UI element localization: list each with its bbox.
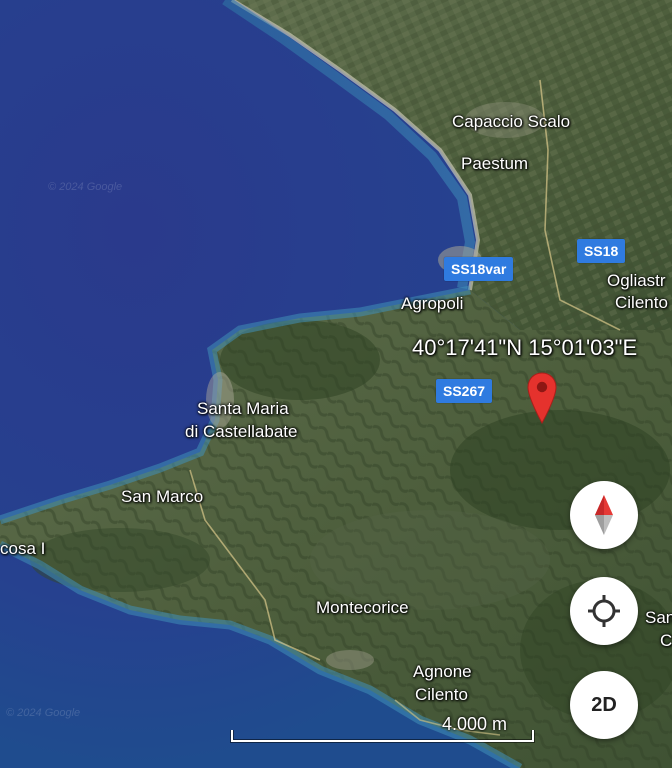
my-location-button[interactable]: [570, 577, 638, 645]
road-badge-ss18var[interactable]: SS18var: [444, 257, 514, 281]
scale-label: 4.000 m: [442, 714, 508, 734]
watermark-bottom: © 2024 Google: [6, 707, 80, 719]
place-label-santa-maria-line1[interactable]: Santa Maria: [197, 398, 289, 420]
place-label-right-edge-line2[interactable]: C: [660, 630, 672, 652]
place-label-san-marco[interactable]: San Marco: [121, 486, 203, 508]
place-label-right-edge-line1[interactable]: San: [645, 607, 672, 629]
place-label-agnone-line2[interactable]: Cilento: [415, 684, 468, 706]
place-label-paestum[interactable]: Paestum: [461, 153, 528, 175]
coordinates-readout: 40°17'41"N 15°01'03"E: [412, 335, 638, 360]
satellite-map[interactable]: © 2024 Google © 2024 Google: [0, 0, 672, 768]
location-pin-icon[interactable]: [527, 372, 557, 424]
place-label-montecorice[interactable]: Montecorice: [316, 597, 409, 619]
place-label-agropoli[interactable]: Agropoli: [401, 293, 463, 315]
place-label-agnone-line1[interactable]: Agnone: [413, 661, 472, 683]
compass-icon: [595, 495, 613, 535]
compass-button[interactable]: [570, 481, 638, 549]
place-label-ogliastro-line2[interactable]: Cilento: [615, 292, 668, 314]
place-label-capaccio-scalo[interactable]: Capaccio Scalo: [452, 111, 570, 133]
view-mode-toggle-button[interactable]: 2D: [570, 671, 638, 739]
my-location-icon: [588, 595, 620, 627]
road-badge-ss267[interactable]: SS267: [436, 379, 493, 403]
view-mode-label: 2D: [591, 693, 617, 716]
place-label-santa-maria-line2[interactable]: di Castellabate: [185, 421, 297, 443]
watermark-top: © 2024 Google: [48, 181, 122, 193]
road-badge-ss18[interactable]: SS18: [577, 239, 626, 263]
place-label-ogliastro-line1[interactable]: Ogliastr: [607, 270, 666, 292]
place-label-licosa[interactable]: cosa I: [0, 538, 45, 560]
